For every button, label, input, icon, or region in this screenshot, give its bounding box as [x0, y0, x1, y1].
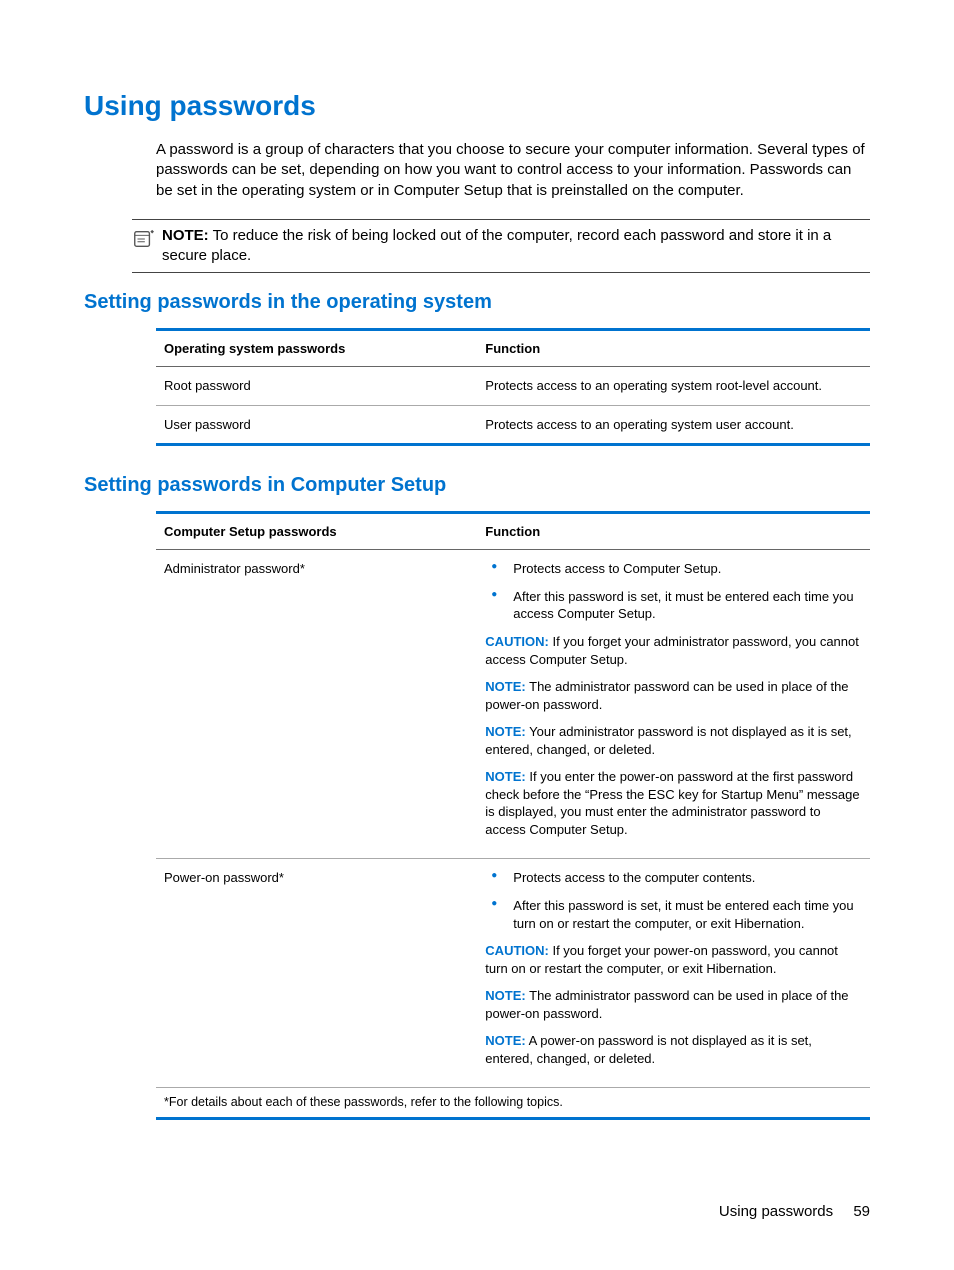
os-row0-func: Protects access to an operating system r… [477, 367, 870, 406]
callout-text: The administrator password can be used i… [485, 679, 848, 712]
os-section-heading: Setting passwords in the operating syste… [84, 291, 870, 314]
os-row0-name: Root password [156, 367, 477, 406]
callout-label: CAUTION: [485, 943, 549, 958]
list-item: Protects access to the computer contents… [485, 869, 862, 887]
table-row: Power-on password* Protects access to th… [156, 859, 870, 1088]
note-prefix: NOTE: [162, 227, 209, 244]
os-header-col1: Operating system passwords [156, 330, 477, 367]
cs-header-col1: Computer Setup passwords [156, 513, 477, 550]
list-item: Protects access to Computer Setup. [485, 560, 862, 578]
list-item: After this password is set, it must be e… [485, 897, 862, 932]
note-callout: NOTE: The administrator password can be … [485, 987, 862, 1022]
table-header-row: Operating system passwords Function [156, 330, 870, 367]
table-footnote: *For details about each of these passwor… [156, 1088, 870, 1119]
cs-row0-name: Administrator password* [156, 550, 477, 859]
callout-label: NOTE: [485, 679, 525, 694]
list-item: After this password is set, it must be e… [485, 588, 862, 623]
caution-callout: CAUTION: If you forget your power-on pas… [485, 942, 862, 977]
callout-text: A power-on password is not displayed as … [485, 1033, 812, 1066]
note-callout: NOTE: Your administrator password is not… [485, 723, 862, 758]
bullet-list: Protects access to the computer contents… [485, 869, 862, 932]
note-icon [132, 228, 154, 250]
os-header-col2: Function [477, 330, 870, 367]
caution-callout: CAUTION: If you forget your administrato… [485, 633, 862, 668]
cs-row0-func: Protects access to Computer Setup. After… [477, 550, 870, 859]
note-callout: NOTE: If you enter the power-on password… [485, 768, 862, 838]
intro-paragraph: A password is a group of characters that… [156, 140, 870, 201]
table-row: User password Protects access to an oper… [156, 405, 870, 445]
cs-section-heading: Setting passwords in Computer Setup [84, 474, 870, 497]
os-passwords-table: Operating system passwords Function Root… [156, 328, 870, 446]
callout-label: NOTE: [485, 1033, 525, 1048]
note-callout: NOTE: A power-on password is not display… [485, 1032, 862, 1067]
os-row1-name: User password [156, 405, 477, 445]
bullet-list: Protects access to Computer Setup. After… [485, 560, 862, 623]
page-number: 59 [853, 1203, 870, 1220]
callout-label: CAUTION: [485, 634, 549, 649]
table-row: Root password Protects access to an oper… [156, 367, 870, 406]
footer-title: Using passwords [719, 1203, 833, 1220]
callout-label: NOTE: [485, 769, 525, 784]
document-page: Using passwords A password is a group of… [0, 0, 954, 1270]
cs-row1-func: Protects access to the computer contents… [477, 859, 870, 1088]
callout-text: The administrator password can be used i… [485, 988, 848, 1021]
os-row1-func: Protects access to an operating system u… [477, 405, 870, 445]
callout-label: NOTE: [485, 724, 525, 739]
footnote-row: *For details about each of these passwor… [156, 1088, 870, 1119]
note-text: NOTE: To reduce the risk of being locked… [162, 226, 870, 267]
note-body: To reduce the risk of being locked out o… [162, 227, 831, 264]
note-callout: NOTE: The administrator password can be … [485, 678, 862, 713]
page-heading: Using passwords [84, 90, 870, 122]
callout-text: If you enter the power-on password at th… [485, 769, 859, 837]
cs-header-col2: Function [477, 513, 870, 550]
note-block: NOTE: To reduce the risk of being locked… [132, 219, 870, 274]
table-row: Administrator password* Protects access … [156, 550, 870, 859]
callout-label: NOTE: [485, 988, 525, 1003]
cs-passwords-table: Computer Setup passwords Function Admini… [156, 511, 870, 1120]
page-footer: Using passwords 59 [719, 1203, 870, 1220]
callout-text: Your administrator password is not displ… [485, 724, 851, 757]
cs-row1-name: Power-on password* [156, 859, 477, 1088]
table-header-row: Computer Setup passwords Function [156, 513, 870, 550]
